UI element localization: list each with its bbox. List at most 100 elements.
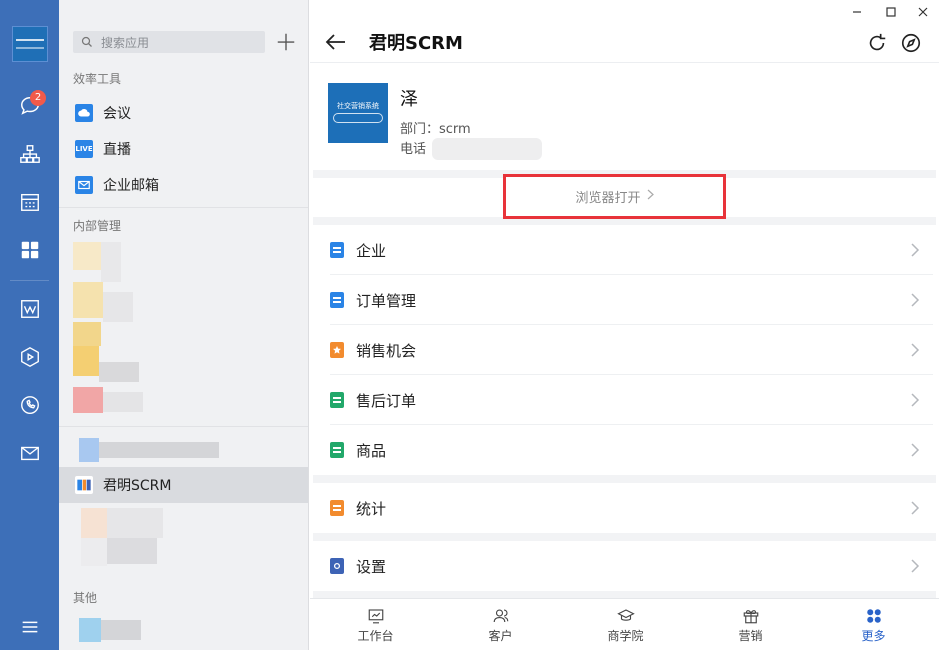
- menu-row-settings[interactable]: 设置: [313, 541, 936, 591]
- tab-label: 营销: [738, 628, 763, 643]
- close-button[interactable]: [914, 4, 932, 20]
- menu-row-label: 售后订单: [356, 391, 417, 410]
- sidebar-divider: [59, 207, 308, 208]
- gear-icon: [330, 558, 344, 574]
- menu-row-statistics[interactable]: 统计: [313, 483, 936, 533]
- menu-row-label: 企业: [356, 241, 387, 260]
- redacted-items: [73, 242, 143, 422]
- gift-icon: [743, 609, 758, 623]
- sidebar-item-scrm[interactable]: 君明SCRM: [59, 467, 308, 503]
- chart-monitor-icon: [368, 608, 383, 623]
- menu-row-label: 销售机会: [356, 341, 417, 360]
- redacted-item: [73, 508, 183, 568]
- chevron-right-icon: [911, 559, 920, 573]
- sidebar-item-label: 企业邮箱: [103, 178, 159, 194]
- document-icon: [330, 442, 344, 458]
- tab-business-school[interactable]: 商学院: [563, 599, 688, 650]
- section-title-internal: 内部管理: [73, 219, 122, 233]
- section-gap: [313, 591, 936, 598]
- menu-icon[interactable]: [0, 611, 59, 643]
- tab-label: 客户: [488, 628, 513, 643]
- menu-row-orders[interactable]: 订单管理: [313, 275, 936, 325]
- back-arrow-icon[interactable]: [324, 30, 348, 54]
- chevron-right-icon: [911, 443, 920, 457]
- app-logo[interactable]: [12, 26, 48, 62]
- chevron-right-icon: [911, 293, 920, 307]
- sidebar-item-email[interactable]: 企业邮箱: [59, 167, 308, 203]
- open-in-browser-label: 浏览器打开: [575, 191, 641, 206]
- sidebar-divider: [59, 426, 308, 427]
- bottom-tab-bar: 工作台 客户 商学院 营销 更多: [310, 598, 939, 650]
- tab-label: 商学院: [607, 628, 644, 643]
- envelope-icon: [75, 176, 93, 194]
- menu-row-after-sales[interactable]: 售后订单: [313, 375, 936, 425]
- app-panel: 君明SCRM 社交营销系统 泽 部门：scrm 电话 浏览器打开 企业 订单管理…: [310, 0, 939, 650]
- graduation-cap-icon: [616, 608, 635, 621]
- minimize-button[interactable]: [848, 4, 866, 20]
- phone-app-icon[interactable]: [0, 389, 59, 421]
- tab-marketing[interactable]: 营销: [688, 599, 813, 650]
- user-phone-label: 电话: [400, 142, 427, 157]
- menu-row-label: 设置: [356, 557, 387, 576]
- doc-app-icon[interactable]: [0, 293, 59, 325]
- chevron-right-icon: [911, 501, 920, 515]
- tab-label: 工作台: [357, 628, 394, 643]
- chevron-right-icon: [911, 343, 920, 357]
- add-icon[interactable]: [275, 31, 297, 53]
- redacted-item: [79, 618, 141, 642]
- header-divider: [310, 62, 939, 63]
- compass-icon[interactable]: [900, 32, 922, 54]
- search-input[interactable]: 搜索应用: [73, 31, 265, 53]
- document-icon: [330, 392, 344, 408]
- sidebar-item-label: 直播: [103, 142, 131, 158]
- user-name: 泽: [400, 89, 418, 110]
- page-title: 君明SCRM: [369, 33, 463, 54]
- rail-divider: [10, 280, 49, 281]
- user-department: 部门：scrm: [400, 122, 471, 137]
- box-app-icon[interactable]: [0, 341, 59, 373]
- tab-label: 更多: [861, 628, 886, 643]
- open-in-browser-button[interactable]: 浏览器打开: [503, 174, 726, 219]
- document-icon: [330, 292, 344, 308]
- menu-row-products[interactable]: 商品: [313, 425, 936, 475]
- calendar-icon[interactable]: [0, 186, 59, 218]
- cloud-icon: [75, 104, 93, 122]
- search-placeholder: 搜索应用: [101, 35, 150, 50]
- left-rail: 2: [0, 0, 59, 650]
- tab-more[interactable]: 更多: [811, 599, 936, 650]
- sidebar-item-label: 会议: [103, 106, 131, 122]
- app-sidebar: 搜索应用 效率工具 会议 LIVE 直播 企业邮箱 内部管理 君明SCRM 其他: [59, 0, 309, 650]
- users-icon: [493, 608, 508, 622]
- tab-customers[interactable]: 客户: [438, 599, 563, 650]
- chevron-right-icon: [911, 243, 920, 257]
- section-title-other: 其他: [73, 591, 98, 605]
- redacted-item: [79, 438, 219, 462]
- menu-row-label: 订单管理: [356, 291, 417, 310]
- apps-grid-icon[interactable]: [0, 234, 59, 266]
- document-icon: [330, 242, 344, 258]
- menu-row-label: 商品: [356, 441, 387, 460]
- chevron-right-icon: [911, 393, 920, 407]
- sidebar-item-live[interactable]: LIVE 直播: [59, 131, 308, 167]
- tab-workbench[interactable]: 工作台: [313, 599, 438, 650]
- scrm-logo-icon: [75, 476, 93, 494]
- sidebar-item-meeting[interactable]: 会议: [59, 95, 308, 131]
- sidebar-item-label: 君明SCRM: [103, 478, 172, 494]
- refresh-icon[interactable]: [866, 32, 888, 54]
- more-grid-icon: [866, 608, 881, 623]
- menu-row-label: 统计: [356, 499, 387, 518]
- document-icon: [330, 500, 344, 516]
- redacted-phone: [432, 138, 542, 160]
- section-title-efficiency: 效率工具: [73, 72, 122, 86]
- live-icon: LIVE: [75, 140, 93, 158]
- org-chart-icon[interactable]: [0, 138, 59, 170]
- menu-row-company[interactable]: 企业: [313, 225, 936, 275]
- menu-row-opportunities[interactable]: 销售机会: [313, 325, 936, 375]
- mail-app-icon[interactable]: [0, 437, 59, 469]
- section-gap: [313, 533, 936, 541]
- star-icon: [330, 342, 344, 358]
- logo-text: 社交营销系统: [337, 102, 379, 110]
- chevron-right-icon: [647, 189, 654, 204]
- unread-badge: 2: [30, 90, 46, 106]
- maximize-button[interactable]: [882, 4, 900, 20]
